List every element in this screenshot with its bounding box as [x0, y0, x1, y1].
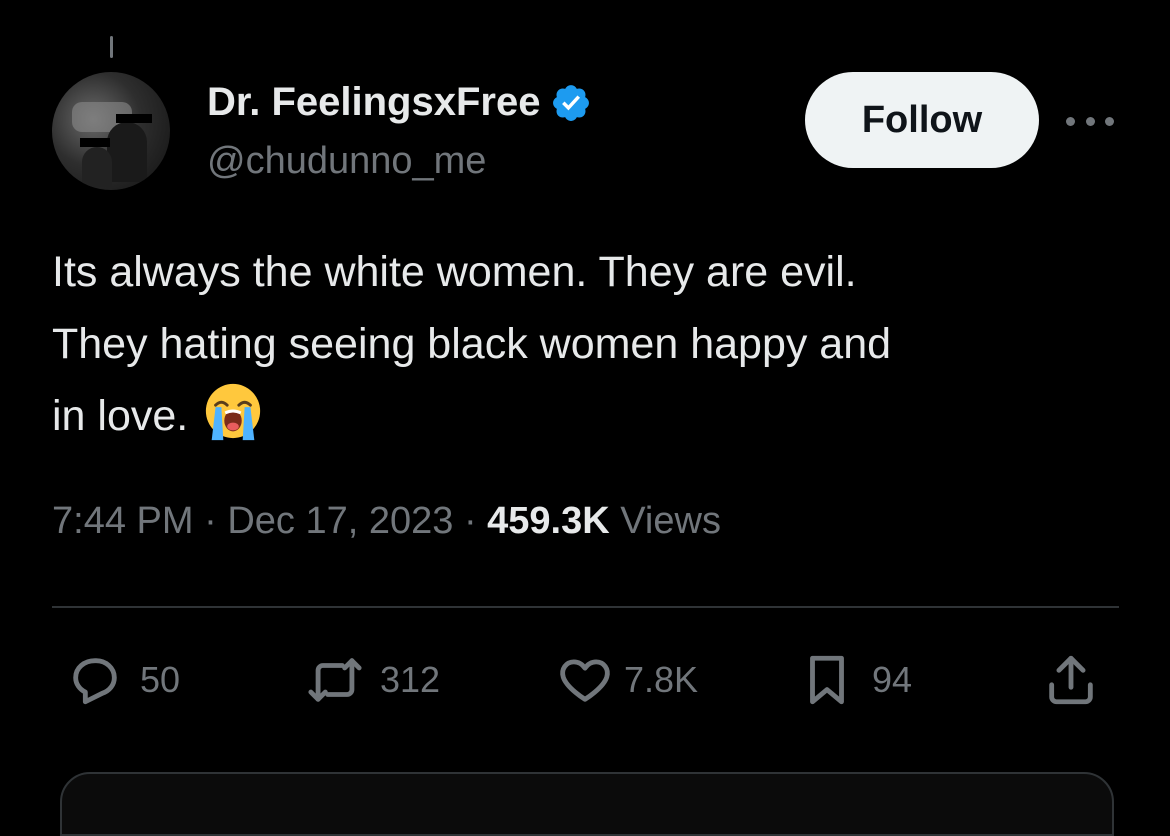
loudly-crying-face-icon [206, 383, 261, 441]
bookmark-icon [810, 655, 844, 705]
meta-separator: · [463, 500, 477, 542]
bookmark-button[interactable]: 94 [798, 648, 912, 712]
share-icon [1049, 655, 1093, 705]
censor-bar [80, 138, 110, 147]
tweet-text: Its always the white women. They are evi… [52, 236, 1122, 452]
views-count[interactable]: 459.3K [487, 500, 610, 542]
meta-separator: · [204, 500, 217, 542]
repost-icon [308, 658, 362, 702]
views-label[interactable]: Views [620, 500, 721, 542]
more-icon[interactable] [1066, 106, 1114, 136]
heart-icon [560, 659, 610, 702]
like-button[interactable]: 7.8K [556, 648, 698, 712]
censor-bar [116, 114, 152, 123]
like-count: 7.8K [624, 659, 699, 700]
verified-badge-icon [553, 84, 590, 121]
tweet-line-last: in love. [52, 380, 1122, 452]
follow-button[interactable]: Follow [805, 72, 1039, 168]
divider [52, 606, 1119, 608]
reply-compose-box[interactable] [60, 772, 1114, 836]
reply-icon [73, 658, 117, 705]
display-name[interactable]: Dr. FeelingsxFree [207, 80, 592, 125]
reply-count: 50 [140, 659, 181, 700]
tweet-line: Its always the white women. They are evi… [52, 248, 857, 296]
tweet-line: They hating seeing black women happy and [52, 320, 892, 368]
user-handle[interactable]: @chudunno_me [207, 140, 486, 183]
avatar[interactable] [52, 72, 170, 190]
tweet-date[interactable]: Dec 17, 2023 [227, 500, 453, 542]
tweet-time[interactable]: 7:44 PM [52, 500, 194, 542]
reply-button[interactable]: 50 [66, 648, 180, 712]
tweet-meta: 7:44 PM · Dec 17, 2023 · 459.3K Views [52, 500, 721, 543]
repost-button[interactable]: 312 [306, 648, 440, 712]
display-name-text[interactable]: Dr. FeelingsxFree [207, 80, 540, 125]
tweet-line: in love. [52, 392, 189, 440]
thread-line [110, 36, 113, 58]
bookmark-count: 94 [872, 659, 913, 700]
share-button[interactable] [1042, 648, 1100, 712]
repost-count: 312 [380, 659, 441, 700]
